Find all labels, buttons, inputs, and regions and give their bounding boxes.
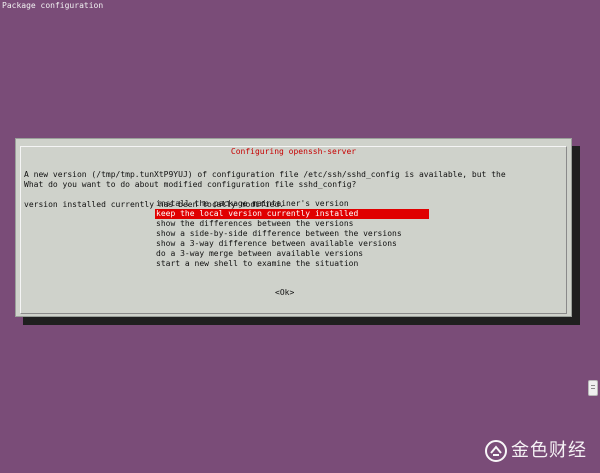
ok-button[interactable]: <Ok> xyxy=(275,288,294,298)
option-start-new-shell[interactable]: start a new shell to examine the situati… xyxy=(155,259,429,269)
watermark-logo: 金色财经 xyxy=(484,437,592,465)
scroll-handle[interactable] xyxy=(588,380,598,396)
question-text: What do you want to do about modified co… xyxy=(24,180,357,189)
option-keep-local-version[interactable]: keep the local version currently install… xyxy=(155,209,429,219)
window-title: Package configuration xyxy=(2,1,104,10)
option-install-maintainer-version[interactable]: install the package maintainer's version xyxy=(155,199,429,209)
option-side-by-side-difference[interactable]: show a side-by-side difference between t… xyxy=(155,229,429,239)
option-show-differences[interactable]: show the differences between the version… xyxy=(155,219,429,229)
watermark-text: 金色财经 xyxy=(511,440,587,461)
option-3-way-difference[interactable]: show a 3-way difference between availabl… xyxy=(155,239,429,249)
option-3-way-merge[interactable]: do a 3-way merge between available versi… xyxy=(155,249,429,259)
logo-icon xyxy=(485,440,507,462)
grip-icon xyxy=(591,385,595,389)
message-line-1: A new version (/tmp/tmp.tunXtP9YUJ) of c… xyxy=(24,170,506,179)
options-list: install the package maintainer's version… xyxy=(155,199,429,269)
